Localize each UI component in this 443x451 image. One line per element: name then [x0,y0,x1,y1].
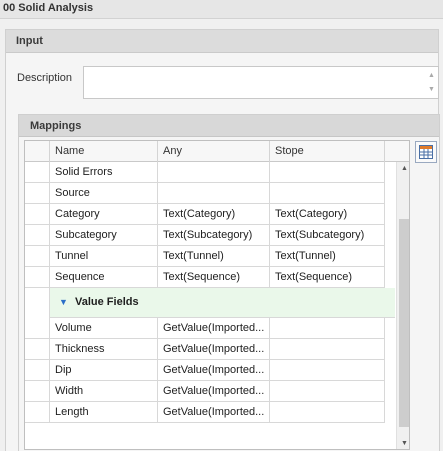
table-row[interactable]: Solid Errors [25,162,385,183]
chevron-down-icon[interactable]: ▼ [59,297,68,307]
grid-vertical-scrollbar[interactable]: ▲ ▼ [396,162,409,449]
grid-header-indent [25,141,50,162]
grid-header-row: Name Any Stope [25,141,409,162]
grid-settings-button[interactable] [415,141,437,163]
cell-name[interactable]: Width [50,381,158,402]
column-header-name[interactable]: Name [50,141,158,162]
input-panel: Input Description ▲ ▼ Mappings Name Any … [5,29,440,451]
cell-any[interactable]: GetValue(Imported... [158,381,270,402]
group-row-indent [25,288,50,318]
table-row[interactable]: Sequence Text(Sequence) Text(Sequence) [25,267,385,288]
scrollbar-thumb[interactable] [399,219,409,427]
cell-stope[interactable]: Text(Tunnel) [270,246,385,267]
cell-name[interactable]: Sequence [50,267,158,288]
cell-stope[interactable] [270,402,385,423]
cell-stope[interactable] [270,360,385,381]
cell-name[interactable]: Volume [50,318,158,339]
mappings-group-title: Mappings [30,120,82,132]
column-header-any[interactable]: Any [158,141,270,162]
cell-any[interactable] [158,162,270,183]
cell-any[interactable]: Text(Category) [158,204,270,225]
table-row[interactable]: Volume GetValue(Imported... [25,318,385,339]
scroll-up-icon[interactable]: ▲ [428,72,435,79]
mappings-group-header[interactable]: Mappings [19,115,439,137]
cell-name[interactable]: Source [50,183,158,204]
cell-stope[interactable] [270,339,385,360]
grid-settings-icon [419,145,433,159]
cell-name[interactable]: Solid Errors [50,162,158,183]
group-row-label: Value Fields [75,296,139,308]
cell-any[interactable]: Text(Tunnel) [158,246,270,267]
cell-any[interactable] [158,183,270,204]
input-panel-title: Input [16,35,43,47]
description-scrollbar[interactable]: ▲ ▼ [425,68,437,97]
description-label: Description [17,72,73,84]
window-title: 00 Solid Analysis [3,2,94,14]
cell-stope[interactable] [270,162,385,183]
cell-stope[interactable]: Text(Subcategory) [270,225,385,246]
scroll-down-icon[interactable]: ▼ [401,440,408,447]
cell-name[interactable]: Dip [50,360,158,381]
cell-any[interactable]: GetValue(Imported... [158,339,270,360]
table-row[interactable]: Width GetValue(Imported... [25,381,385,402]
cell-stope[interactable] [270,183,385,204]
scroll-up-icon[interactable]: ▲ [401,165,408,172]
window-titlebar: 00 Solid Analysis [0,0,443,19]
cell-stope[interactable]: Text(Sequence) [270,267,385,288]
cell-name[interactable]: Subcategory [50,225,158,246]
cell-any[interactable]: GetValue(Imported... [158,402,270,423]
column-header-stope[interactable]: Stope [270,141,385,162]
cell-stope[interactable]: Text(Category) [270,204,385,225]
table-row[interactable]: Subcategory Text(Subcategory) Text(Subcate… [25,225,385,246]
cell-stope[interactable] [270,381,385,402]
description-field[interactable]: ▲ ▼ [83,66,439,99]
cell-name[interactable]: Category [50,204,158,225]
cell-name[interactable]: Thickness [50,339,158,360]
table-row[interactable]: Thickness GetValue(Imported... [25,339,385,360]
table-row[interactable]: Dip GetValue(Imported... [25,360,385,381]
mappings-grid[interactable]: Name Any Stope Solid Errors Source Categor… [24,140,410,450]
cell-any[interactable]: Text(Subcategory) [158,225,270,246]
input-panel-header[interactable]: Input [6,30,438,53]
cell-any[interactable]: Text(Sequence) [158,267,270,288]
scroll-down-icon[interactable]: ▼ [428,86,435,93]
cell-name[interactable]: Length [50,402,158,423]
table-row[interactable]: Length GetValue(Imported... [25,402,385,423]
cell-any[interactable]: GetValue(Imported... [158,318,270,339]
table-row[interactable]: Source [25,183,385,204]
table-row[interactable]: Category Text(Category) Text(Category) [25,204,385,225]
group-row-value-fields[interactable]: ▼ Value Fields [50,288,395,318]
table-row[interactable]: Tunnel Text(Tunnel) Text(Tunnel) [25,246,385,267]
cell-name[interactable]: Tunnel [50,246,158,267]
cell-any[interactable]: GetValue(Imported... [158,360,270,381]
mappings-group: Mappings Name Any Stope Solid Errors Sour… [18,114,440,451]
cell-stope[interactable] [270,318,385,339]
